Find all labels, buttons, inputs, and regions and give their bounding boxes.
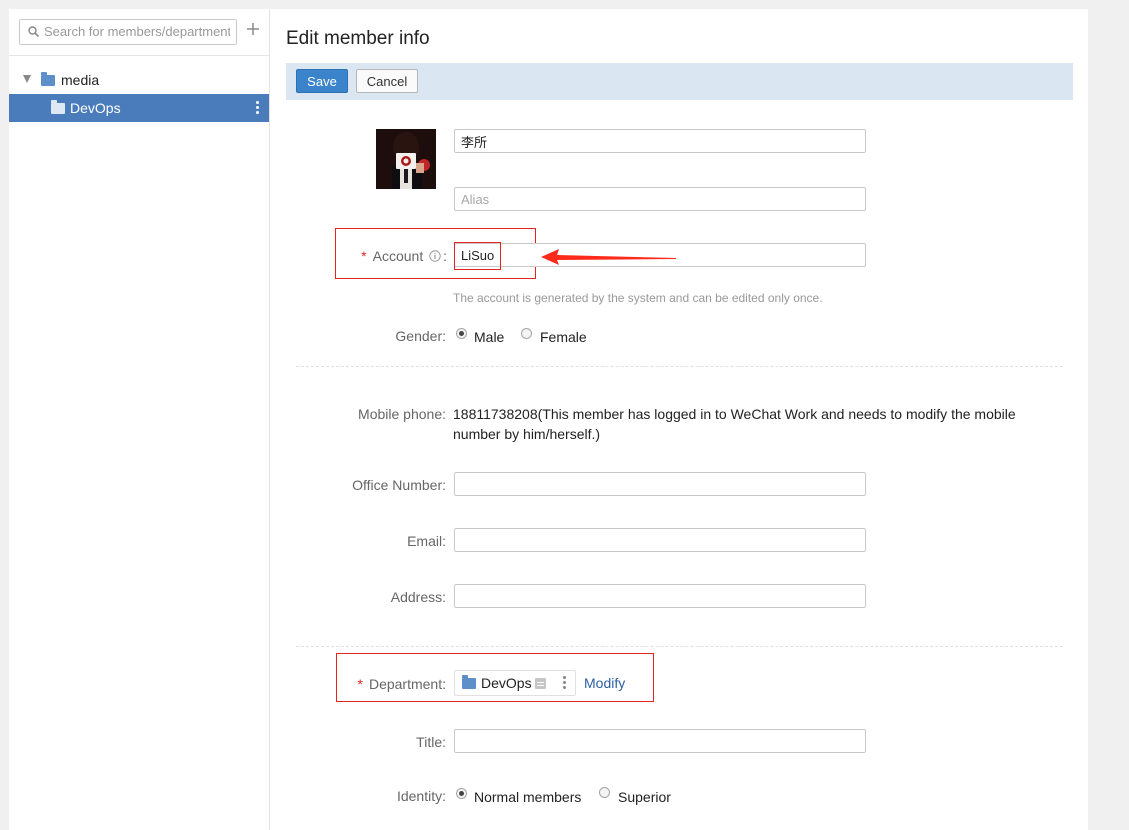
page-gutter [1088, 0, 1129, 830]
avatar[interactable] [376, 129, 436, 189]
account-label: * Account : [361, 248, 447, 264]
search-box[interactable] [19, 19, 237, 45]
list-icon [535, 678, 546, 689]
email-field[interactable] [454, 528, 866, 552]
account-hint: The account is generated by the system a… [453, 291, 823, 305]
toolbar: Save Cancel [286, 63, 1073, 100]
annotation-box-account-value [454, 242, 501, 270]
mobile-value: 18811738208(This member has logged in to… [453, 406, 1016, 442]
page-title: Edit member info [286, 28, 430, 49]
identity-normal-radio[interactable] [456, 788, 467, 799]
tree-item-label: DevOps [70, 100, 121, 116]
email-label: Email: [407, 533, 446, 549]
address-label: Address: [390, 589, 446, 605]
title-label: Title: [416, 734, 446, 750]
tree-item-media[interactable]: media [9, 66, 269, 94]
more-options-icon[interactable] [563, 676, 567, 691]
section-divider [296, 646, 1063, 647]
identity-superior-radio[interactable] [599, 787, 610, 798]
department-label: * Department: [357, 676, 447, 692]
identity-normal-label[interactable]: Normal members [474, 789, 581, 805]
main-panel: media DevOps Edit member info Save Cance… [9, 9, 1088, 830]
gender-female-radio[interactable] [521, 328, 532, 339]
department-chip-label: DevOps [481, 675, 532, 691]
identity-label: Identity: [396, 788, 446, 804]
gender-male-label[interactable]: Male [474, 329, 504, 345]
save-button[interactable]: Save [296, 69, 348, 93]
alias-field[interactable] [454, 187, 866, 211]
address-field[interactable] [454, 584, 866, 608]
gender-male-radio[interactable] [456, 328, 467, 339]
name-field[interactable] [454, 129, 866, 153]
avatar-photo [376, 129, 436, 189]
search-icon [28, 26, 39, 37]
add-icon[interactable] [245, 21, 261, 37]
cancel-button[interactable]: Cancel [356, 69, 418, 93]
modify-department-link[interactable]: Modify [584, 675, 625, 691]
office-number-label: Office Number: [352, 477, 446, 493]
tree-item-label: media [61, 72, 100, 88]
office-number-field[interactable] [454, 472, 866, 496]
annotation-arrow-icon [541, 249, 676, 265]
gender-female-label[interactable]: Female [540, 329, 587, 345]
caret-down-icon[interactable] [23, 75, 31, 83]
section-divider [296, 366, 1063, 367]
tree-item-devops[interactable]: DevOps [9, 94, 269, 122]
department-chip[interactable]: DevOps [454, 670, 576, 696]
title-field[interactable] [454, 729, 866, 753]
folder-icon [41, 72, 55, 86]
sidebar-divider [9, 55, 269, 56]
info-icon[interactable] [429, 250, 441, 262]
search-input[interactable] [44, 20, 230, 42]
sidebar: media DevOps [9, 9, 270, 830]
mobile-label: Mobile phone: [358, 406, 446, 422]
more-options-icon[interactable] [256, 101, 260, 116]
gender-label: Gender: [395, 328, 446, 344]
identity-superior-label[interactable]: Superior [618, 789, 671, 805]
folder-icon [51, 100, 65, 114]
folder-icon [462, 675, 476, 689]
